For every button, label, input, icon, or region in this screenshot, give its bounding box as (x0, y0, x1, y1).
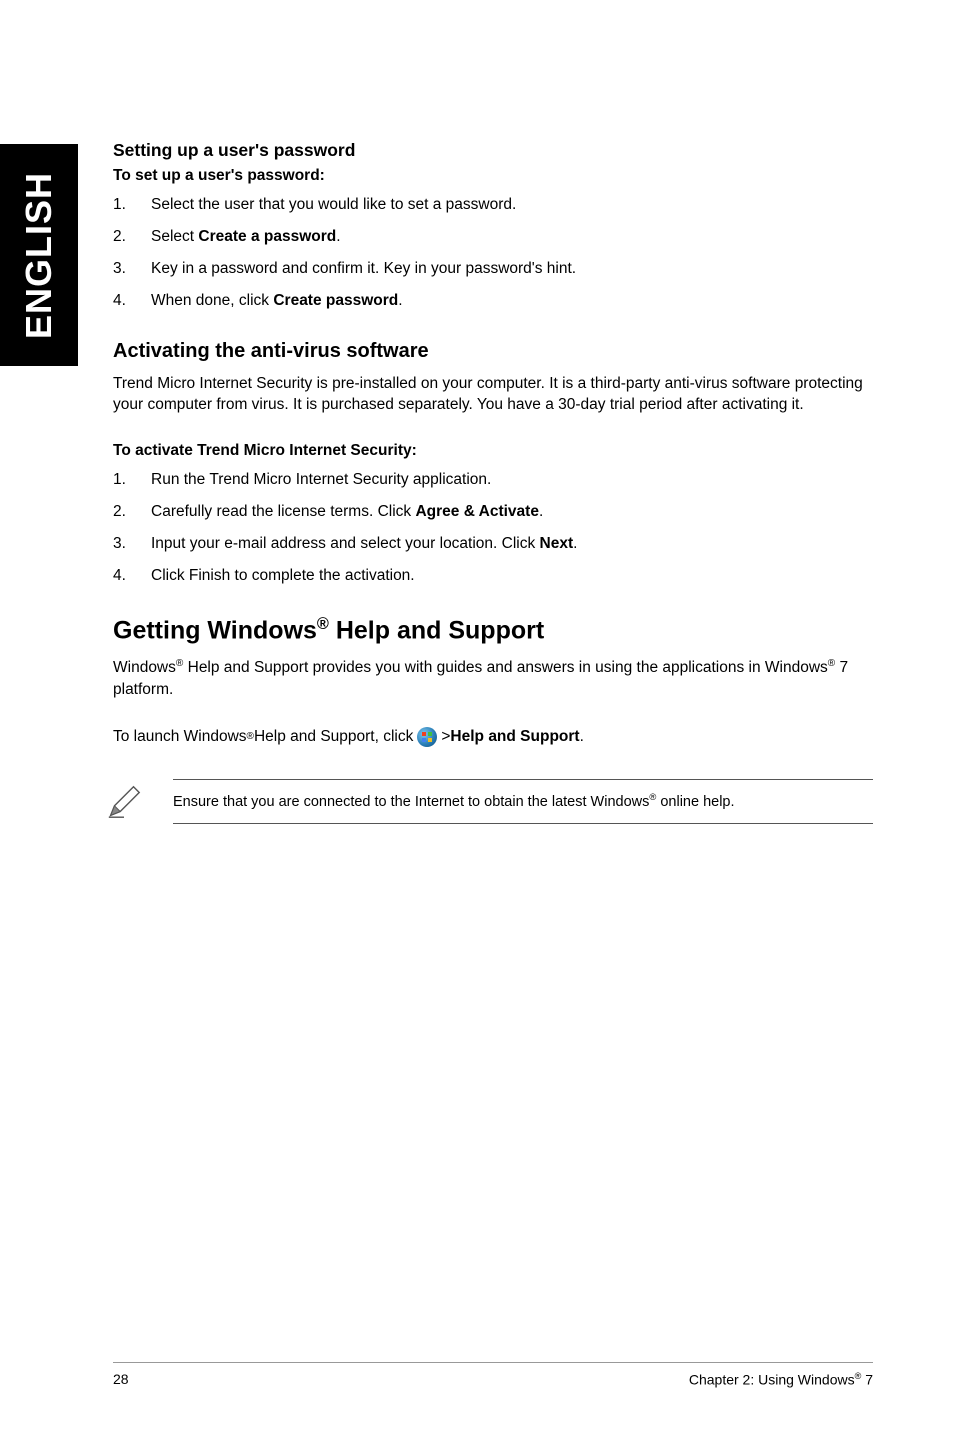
list-item: 1. Select the user that you would like t… (113, 195, 873, 216)
step-text: Select the user that you would like to s… (151, 195, 516, 216)
step-number: 4. (113, 566, 151, 587)
note-text: Ensure that you are connected to the Int… (173, 794, 735, 810)
pencil-icon (105, 783, 143, 821)
step-number: 2. (113, 502, 151, 523)
list-item: 4. Click Finish to complete the activati… (113, 566, 873, 587)
password-setup-heading: Setting up a user's password (113, 140, 873, 161)
password-steps: 1. Select the user that you would like t… (113, 195, 873, 312)
list-item: 3. Key in a password and confirm it. Key… (113, 259, 873, 280)
list-item: 2. Carefully read the license terms. Cli… (113, 502, 873, 523)
help-support-launch: To launch Windows® Help and Support, cli… (113, 727, 873, 747)
list-item: 4. When done, click Create password. (113, 291, 873, 312)
antivirus-description: Trend Micro Internet Security is pre-ins… (113, 373, 873, 416)
step-number: 1. (113, 470, 151, 491)
antivirus-heading: Activating the anti-virus software (113, 340, 873, 363)
antivirus-steps: 1. Run the Trend Micro Internet Security… (113, 470, 873, 587)
step-text: Select Create a password. (151, 227, 341, 248)
step-text: Carefully read the license terms. Click … (151, 502, 543, 523)
page-number: 28 (113, 1371, 129, 1388)
step-text: When done, click Create password. (151, 291, 403, 312)
step-number: 1. (113, 195, 151, 216)
language-side-tab: ENGLISH (0, 144, 78, 366)
chapter-label: Chapter 2: Using Windows® 7 (689, 1371, 873, 1388)
step-number: 3. (113, 534, 151, 555)
step-text: Run the Trend Micro Internet Security ap… (151, 470, 491, 491)
page-content: Setting up a user's password To set up a… (113, 140, 873, 824)
step-text: Click Finish to complete the activation. (151, 566, 415, 587)
password-setup-lead: To set up a user's password: (113, 167, 873, 185)
step-number: 2. (113, 227, 151, 248)
help-support-description: Windows® Help and Support provides you w… (113, 657, 873, 701)
windows-start-icon (417, 727, 437, 747)
step-number: 3. (113, 259, 151, 280)
list-item: 3. Input your e-mail address and select … (113, 534, 873, 555)
step-text: Key in a password and confirm it. Key in… (151, 259, 576, 280)
page-footer: 28 Chapter 2: Using Windows® 7 (113, 1362, 873, 1388)
note-text-container: Ensure that you are connected to the Int… (173, 779, 873, 825)
list-item: 1. Run the Trend Micro Internet Security… (113, 470, 873, 491)
note-block: Ensure that you are connected to the Int… (113, 779, 873, 825)
help-support-heading: Getting Windows® Help and Support (113, 615, 873, 645)
antivirus-activate-lead: To activate Trend Micro Internet Securit… (113, 442, 873, 460)
step-text: Input your e-mail address and select you… (151, 534, 577, 555)
step-number: 4. (113, 291, 151, 312)
list-item: 2. Select Create a password. (113, 227, 873, 248)
